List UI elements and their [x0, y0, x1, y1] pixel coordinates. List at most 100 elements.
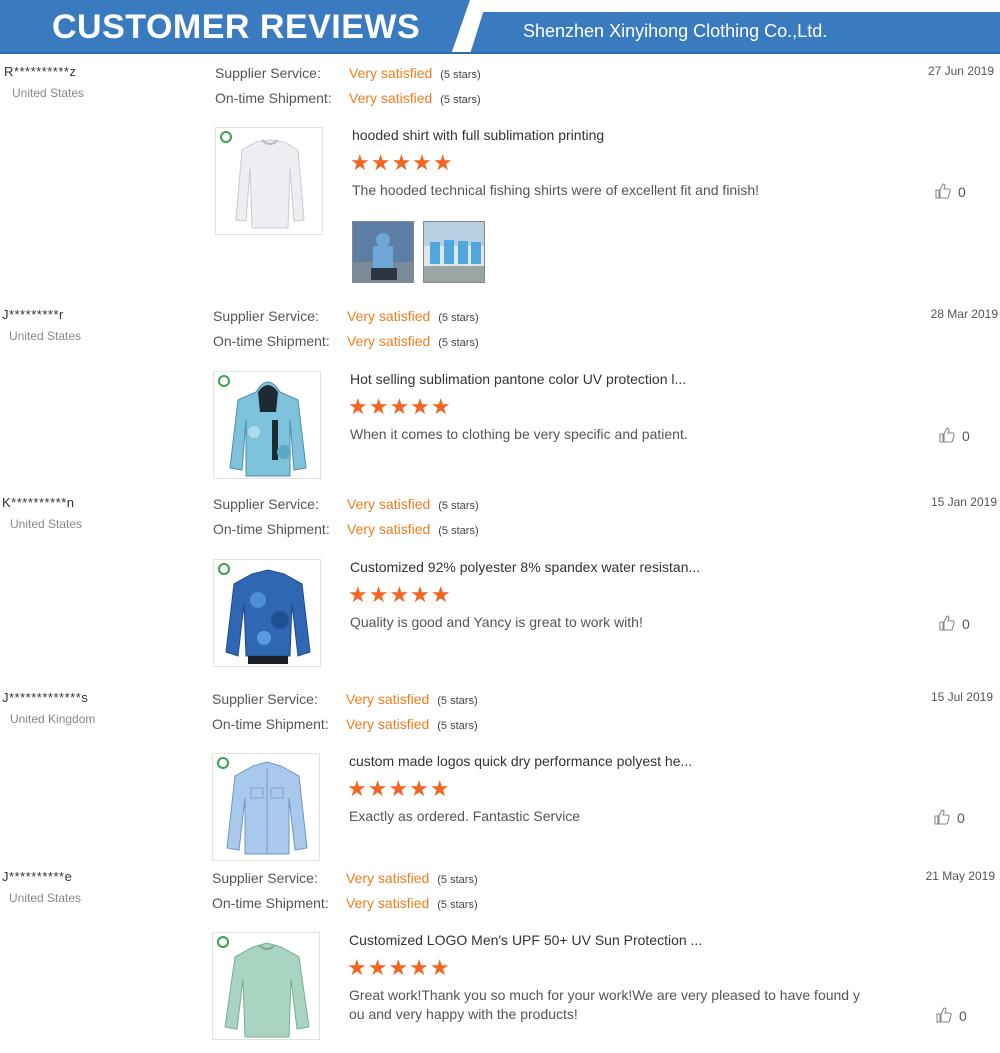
shirt-icon	[235, 139, 305, 229]
like-count: 0	[959, 1008, 967, 1024]
reviewer-country: United States	[10, 517, 83, 531]
review-stars: ★★★★★	[348, 394, 452, 419]
like-count: 0	[962, 428, 970, 444]
review-item: R**********z United States Supplier Serv…	[0, 64, 1000, 288]
review-comment: Exactly as ordered. Fantastic Service	[349, 808, 581, 824]
shipment-rating: On-time Shipment: Very satisfied (5 stars)	[212, 895, 478, 911]
like-count: 0	[962, 616, 970, 632]
banner-divider	[0, 52, 1000, 54]
thumbs-up-icon	[939, 615, 955, 631]
product-thumbnail[interactable]	[212, 932, 320, 1040]
like-button[interactable]: 0	[933, 808, 965, 826]
supplier-service-label: Supplier Service:	[213, 308, 319, 324]
product-title-link[interactable]: hooded shirt with full sublimation print…	[352, 127, 604, 143]
shipment-value: Very satisfied	[346, 716, 430, 732]
review-comment: Quality is good and Yancy is great to wo…	[350, 614, 643, 630]
reviewer-name: J*********r	[2, 307, 64, 322]
hoodie-icon	[229, 381, 307, 477]
supplier-service-rating: Supplier Service: Very satisfied (5 stars)	[212, 691, 478, 707]
review-comment: When it comes to clothing be very specif…	[350, 426, 688, 442]
supplier-service-value: Very satisfied	[346, 870, 430, 886]
reviewer-name: K**********n	[2, 495, 75, 510]
supplier-service-stars: (5 stars)	[440, 69, 481, 81]
photo-group-shirts	[424, 222, 484, 282]
shirt-icon	[225, 569, 311, 664]
photo-fishing-boat	[353, 222, 413, 282]
reviewer-country: United States	[9, 329, 82, 343]
supplier-service-stars: (5 stars)	[437, 695, 478, 707]
product-title-link[interactable]: custom made logos quick dry performance …	[349, 753, 692, 769]
thumbs-up-icon	[935, 183, 951, 199]
shipment-value: Very satisfied	[349, 90, 433, 106]
shipment-stars: (5 stars)	[438, 525, 479, 537]
supplier-service-stars: (5 stars)	[438, 312, 479, 324]
review-date: 27 Jun 2019	[927, 64, 994, 78]
supplier-service-value: Very satisfied	[346, 691, 430, 707]
shipment-value: Very satisfied	[346, 895, 430, 911]
review-item: J*************s United Kingdom Supplier …	[0, 690, 1000, 868]
review-photo[interactable]	[352, 221, 414, 283]
supplier-service-rating: Supplier Service: Very satisfied (5 stars)	[215, 65, 481, 81]
like-count: 0	[957, 810, 965, 826]
like-button[interactable]: 0	[935, 1006, 967, 1024]
review-stars: ★★★★★	[350, 150, 454, 175]
review-item: J**********e United States Supplier Serv…	[0, 869, 1000, 1053]
product-thumbnail[interactable]	[213, 559, 321, 667]
shipment-stars: (5 stars)	[438, 337, 479, 349]
like-button[interactable]: 0	[938, 614, 970, 632]
product-thumbnail[interactable]	[215, 127, 323, 235]
reviewer-name: J**********e	[2, 869, 73, 884]
supplier-service-label: Supplier Service:	[212, 870, 318, 886]
like-button[interactable]: 0	[934, 182, 966, 200]
review-photo[interactable]	[423, 221, 485, 283]
shipment-label: On-time Shipment:	[213, 333, 330, 349]
thumbs-up-icon	[939, 427, 955, 443]
shipment-rating: On-time Shipment: Very satisfied (5 stars)	[213, 333, 479, 349]
shipment-rating: On-time Shipment: Very satisfied (5 stars)	[212, 716, 478, 732]
review-item: J*********r United States Supplier Servi…	[0, 307, 1000, 485]
review-comment: Great work!Thank you so much for your wo…	[349, 987, 860, 1022]
review-date: 15 Jan 2019	[930, 495, 997, 509]
shipment-label: On-time Shipment:	[212, 716, 329, 732]
review-date: 21 May 2019	[925, 869, 995, 883]
shipment-label: On-time Shipment:	[215, 90, 332, 106]
supplier-service-rating: Supplier Service: Very satisfied (5 stars)	[213, 308, 479, 324]
reviewer-country: United States	[9, 891, 82, 905]
review-stars: ★★★★★	[348, 582, 452, 607]
shipment-label: On-time Shipment:	[213, 521, 330, 537]
supplier-service-value: Very satisfied	[347, 308, 431, 324]
shipment-stars: (5 stars)	[437, 720, 478, 732]
like-button[interactable]: 0	[938, 426, 970, 444]
product-title-link[interactable]: Hot selling sublimation pantone color UV…	[350, 371, 686, 387]
like-count: 0	[958, 184, 966, 200]
product-title-link[interactable]: Customized LOGO Men's UPF 50+ UV Sun Pro…	[349, 932, 702, 948]
reviewer-name: R**********z	[4, 64, 77, 79]
reviewer-country: United States	[12, 86, 85, 100]
review-stars: ★★★★★	[347, 776, 451, 801]
thumbs-up-icon	[934, 809, 950, 825]
review-comment: The hooded technical fishing shirts were…	[352, 182, 760, 198]
product-title-link[interactable]: Customized 92% polyester 8% spandex wate…	[350, 559, 700, 575]
supplier-service-rating: Supplier Service: Very satisfied (5 stars)	[213, 496, 479, 512]
shirt-icon	[224, 942, 310, 1038]
supplier-service-stars: (5 stars)	[438, 500, 479, 512]
thumbs-up-icon	[936, 1007, 952, 1023]
supplier-service-rating: Supplier Service: Very satisfied (5 stars)	[212, 870, 478, 886]
shipment-stars: (5 stars)	[437, 899, 478, 911]
reviewer-name: J*************s	[2, 690, 89, 705]
shipment-value: Very satisfied	[347, 521, 431, 537]
product-thumbnail[interactable]	[212, 753, 320, 861]
page-title: CUSTOMER REVIEWS	[52, 8, 421, 46]
shipment-rating: On-time Shipment: Very satisfied (5 stars)	[213, 521, 479, 537]
header-banner: CUSTOMER REVIEWS Shenzhen Xinyihong Clot…	[0, 0, 1000, 54]
review-stars: ★★★★★	[347, 955, 451, 980]
shipment-rating: On-time Shipment: Very satisfied (5 stars)	[215, 90, 481, 106]
shipment-label: On-time Shipment:	[212, 895, 329, 911]
shipment-stars: (5 stars)	[440, 94, 481, 106]
supplier-service-label: Supplier Service:	[213, 496, 319, 512]
product-thumbnail[interactable]	[213, 371, 321, 479]
review-date: 15 Jul 2019	[930, 690, 993, 704]
supplier-service-label: Supplier Service:	[215, 65, 321, 81]
shirt-icon	[226, 761, 308, 855]
company-name: Shenzhen Xinyihong Clothing Co.,Ltd.	[523, 21, 828, 41]
